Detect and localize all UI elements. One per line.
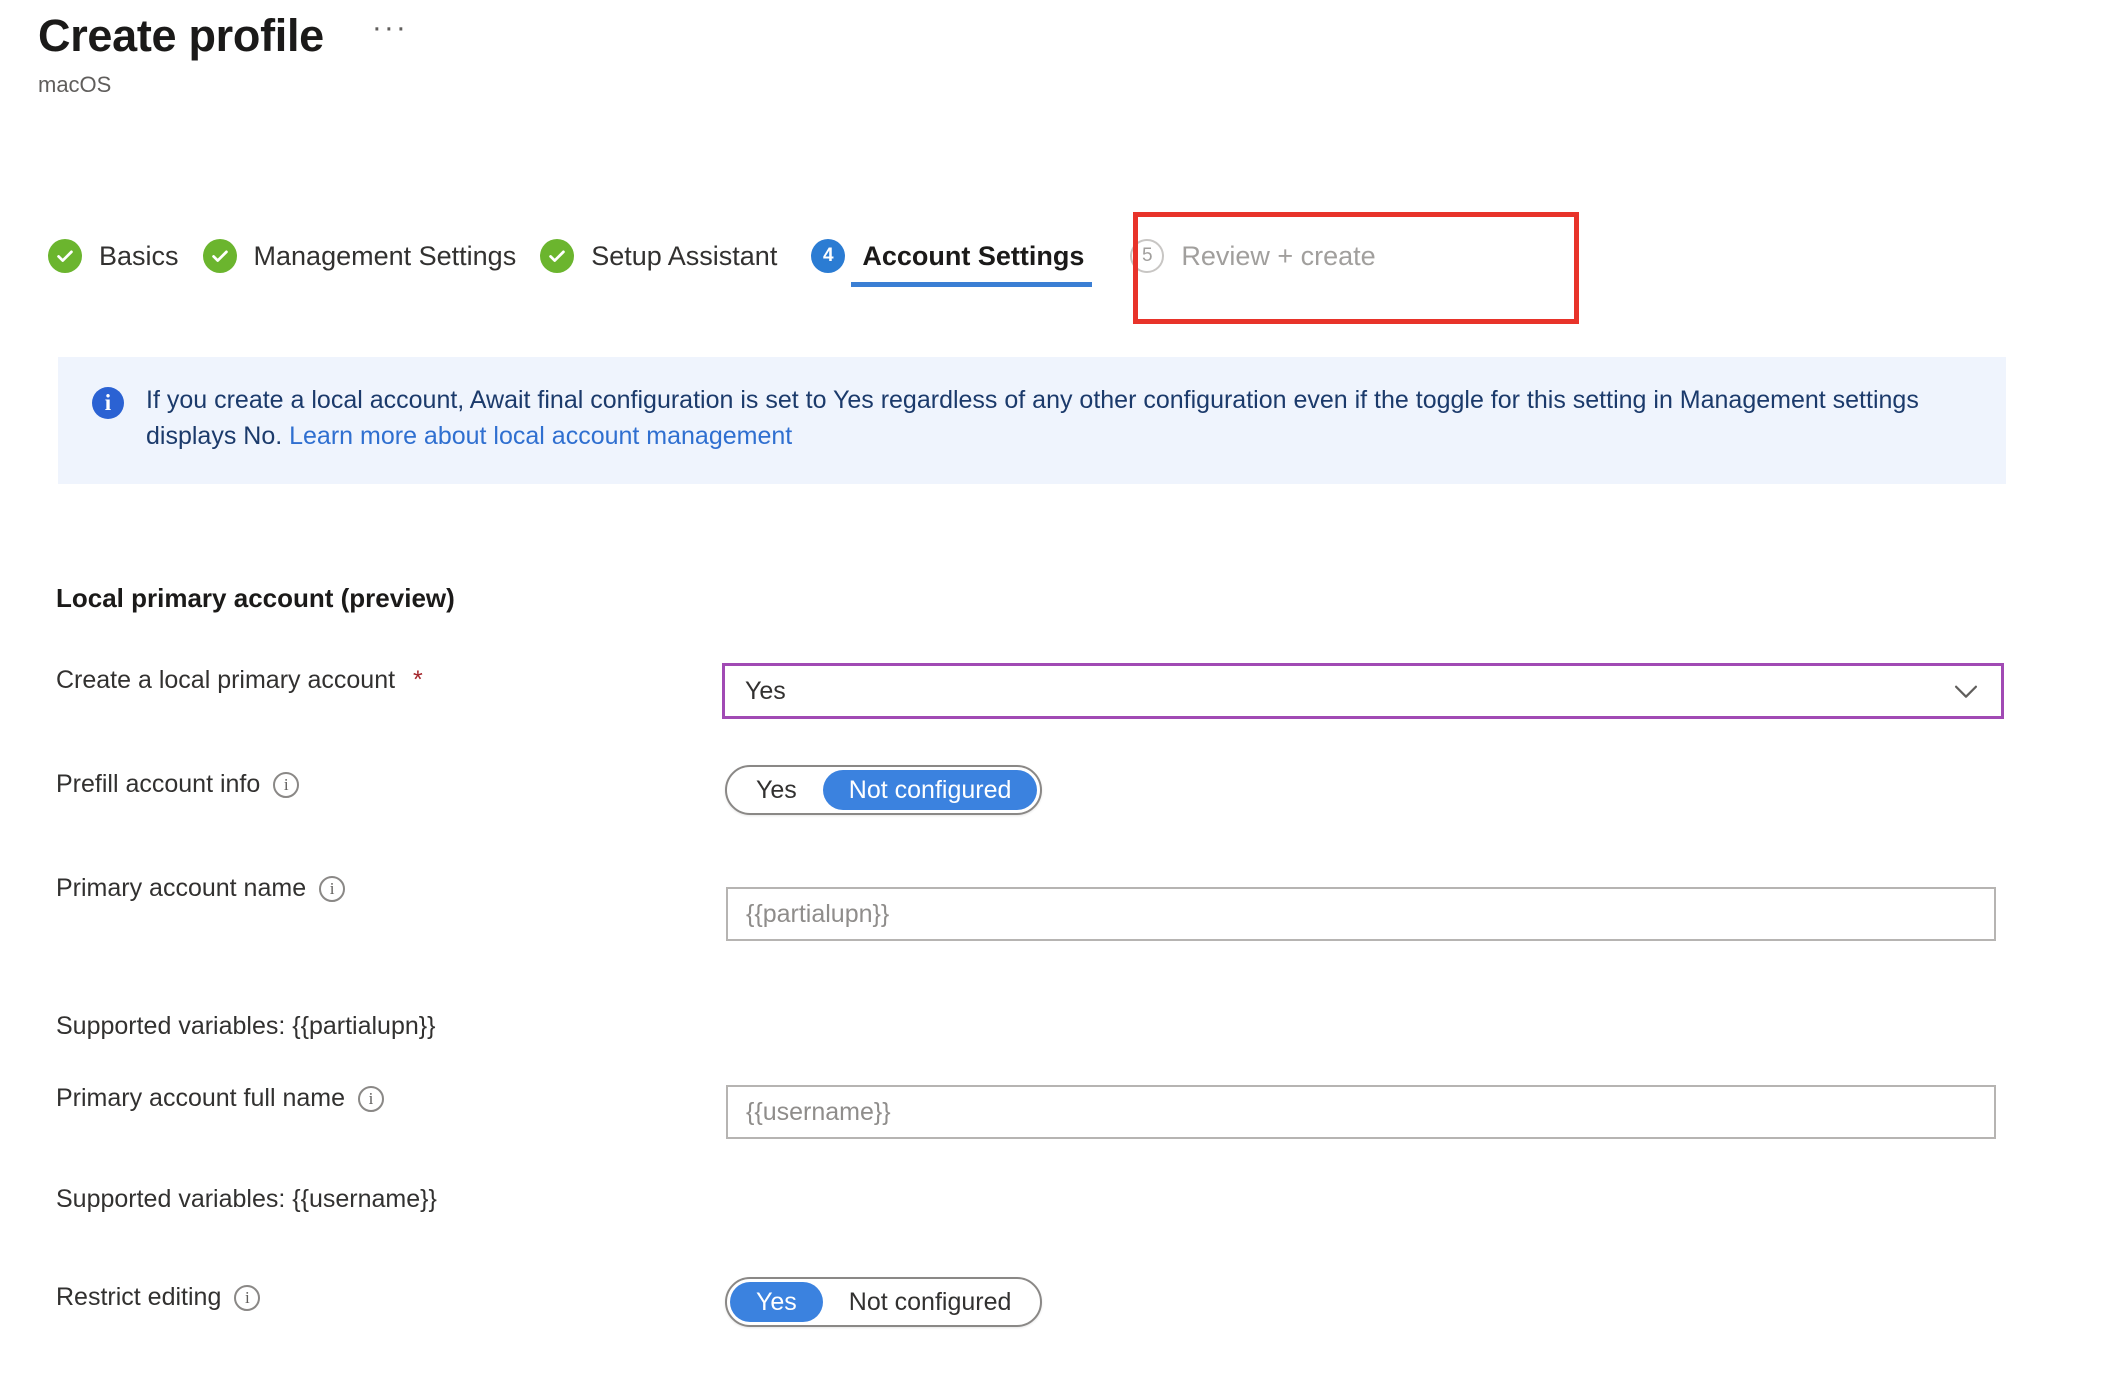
tab-label: Setup Assistant — [591, 240, 778, 271]
wizard-step-nav: Basics Management Settings Setup Assista… — [40, 225, 1392, 287]
label-text: Create a local primary account — [56, 666, 396, 694]
info-tooltip-icon[interactable]: i — [319, 875, 346, 902]
check-circle-icon — [202, 239, 237, 273]
label-text: Primary account full name — [56, 1084, 346, 1112]
helper-primary-account-full-name: Supported variables: {{username}} — [56, 1185, 437, 1213]
label-primary-account-full-name: Primary account full name i — [56, 1084, 385, 1113]
label-text: Restrict editing — [56, 1283, 222, 1311]
tab-label: Management Settings — [253, 240, 517, 271]
info-tooltip-icon[interactable]: i — [273, 771, 300, 798]
helper-primary-account-name: Supported variables: {{partialupn}} — [56, 1012, 436, 1040]
info-banner-text: If you create a local account, Await fin… — [146, 383, 1976, 454]
page-title: Create profile — [38, 10, 324, 61]
tab-review-create[interactable]: 5 Review + create — [1108, 225, 1391, 287]
label-prefill-account-info: Prefill account info i — [56, 770, 300, 799]
restrict-editing-toggle[interactable]: Yes Not configured — [725, 1277, 1043, 1327]
label-text: Prefill account info — [56, 770, 261, 798]
tab-label: Basics — [99, 240, 179, 271]
tab-label: Review + create — [1181, 240, 1376, 271]
more-options-icon[interactable]: ··· — [372, 12, 408, 59]
primary-account-name-input[interactable] — [726, 887, 1996, 941]
section-heading: Local primary account (preview) — [56, 583, 455, 613]
prefill-account-info-toggle[interactable]: Yes Not configured — [725, 765, 1043, 815]
info-icon: i — [92, 387, 124, 419]
info-tooltip-icon[interactable]: i — [358, 1085, 385, 1112]
info-tooltip-icon[interactable]: i — [234, 1284, 261, 1311]
create-local-primary-account-dropdown[interactable]: Yes — [722, 663, 2004, 719]
chevron-down-icon — [1949, 674, 1983, 708]
toggle-option-yes[interactable]: Yes — [730, 1282, 823, 1322]
tab-label: Account Settings — [862, 240, 1085, 271]
active-tab-underline — [851, 282, 1093, 287]
toggle-option-not-configured[interactable]: Not configured — [822, 770, 1038, 810]
step-number-badge: 4 — [811, 239, 846, 273]
primary-account-full-name-input[interactable] — [726, 1085, 1996, 1139]
step-number-badge: 5 — [1130, 239, 1165, 273]
check-circle-icon — [48, 239, 82, 273]
required-asterisk: * — [413, 666, 423, 694]
label-primary-account-name: Primary account name i — [56, 874, 346, 903]
tab-setup-assistant[interactable]: Setup Assistant — [532, 225, 793, 287]
check-circle-icon — [540, 239, 575, 273]
label-restrict-editing: Restrict editing i — [56, 1283, 261, 1312]
toggle-option-yes[interactable]: Yes — [730, 770, 823, 810]
tab-account-settings[interactable]: 4 Account Settings — [793, 225, 1108, 287]
label-text: Primary account name — [56, 874, 307, 902]
info-banner: i If you create a local account, Await f… — [58, 357, 2006, 484]
learn-more-link[interactable]: Learn more about local account managemen… — [289, 422, 792, 450]
tab-basics[interactable]: Basics — [40, 225, 195, 287]
dropdown-value: Yes — [745, 676, 786, 705]
tab-management-settings[interactable]: Management Settings — [195, 225, 533, 287]
page-subtitle: macOS — [38, 71, 112, 97]
page-header: Create profile ··· macOS — [38, 10, 408, 98]
label-create-local-primary-account: Create a local primary account * — [56, 666, 423, 695]
toggle-option-not-configured[interactable]: Not configured — [823, 1282, 1038, 1322]
